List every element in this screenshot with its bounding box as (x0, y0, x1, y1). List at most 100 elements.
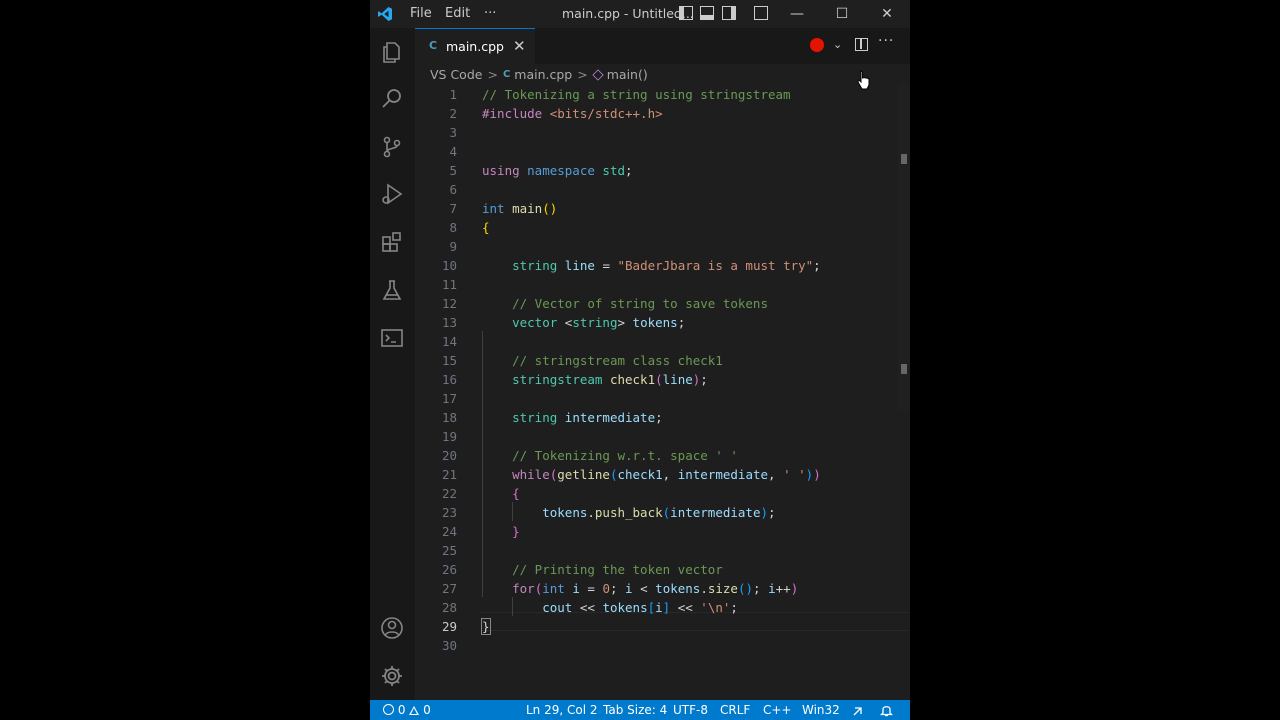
problems-indicator[interactable]: 0 0 (383, 703, 431, 717)
code-token: push_back (594, 505, 663, 520)
search-icon[interactable] (378, 85, 406, 113)
code-line[interactable]: 18 string intermediate; (415, 408, 865, 427)
line-code: // Vector of string to save tokens (482, 294, 768, 313)
vscode-logo-icon (378, 7, 392, 21)
platform-config[interactable]: Win32 (802, 703, 840, 717)
code-line[interactable]: 3 (415, 123, 865, 142)
code-token: ; (768, 505, 776, 520)
code-line[interactable]: 11 (415, 275, 865, 294)
toggle-panel-icon[interactable] (700, 6, 714, 20)
menu-edit[interactable]: Edit (445, 6, 470, 21)
accounts-icon[interactable] (378, 614, 406, 642)
code-line[interactable]: 21 while(getline(check1, intermediate, '… (415, 465, 865, 484)
code-token: i (572, 581, 588, 596)
line-number: 2 (449, 106, 457, 121)
terminal-icon[interactable] (378, 324, 406, 352)
manage-gear-icon[interactable] (378, 662, 406, 690)
line-code: string line = "BaderJbara is a must try"… (482, 256, 821, 275)
encoding-setting[interactable]: UTF-8 (673, 703, 708, 717)
editor-scrollbar[interactable] (898, 84, 910, 410)
code-line[interactable]: 15 // stringstream class check1 (415, 351, 865, 370)
notifications-bell-icon[interactable] (880, 703, 893, 717)
menu-more[interactable]: ··· (484, 6, 496, 21)
run-options-chevron-icon[interactable]: ⌄ (833, 38, 842, 51)
code-line[interactable]: 20 // Tokenizing w.r.t. space ' ' (415, 446, 865, 465)
source-control-icon[interactable] (378, 133, 406, 161)
tab-bar: C main.cpp ✕ ⌄ ··· (415, 28, 910, 90)
line-number: 7 (449, 201, 457, 216)
breadcrumb-symbol[interactable]: main() (607, 67, 648, 82)
code-line[interactable]: 23 tokens.push_back(intermediate); (415, 503, 865, 522)
breadcrumb: VS Code > Cmain.cpp > main() (430, 66, 648, 84)
eol-setting[interactable]: CRLF (720, 703, 750, 717)
code-token: ; (655, 410, 663, 425)
code-line[interactable]: 10 string line = "BaderJbara is a must t… (415, 256, 865, 275)
code-line[interactable]: 2 #include <bits/stdc++.h> (415, 104, 865, 123)
line-number: 20 (441, 448, 457, 463)
warning-count: 0 (423, 703, 431, 717)
code-line[interactable]: 9 (415, 237, 865, 256)
toggle-secondary-sidebar-icon[interactable] (722, 6, 736, 20)
code-token: cout (542, 600, 580, 615)
code-token: , (662, 467, 678, 482)
code-line[interactable]: 8{ (415, 218, 865, 237)
cursor-position[interactable]: Ln 29, Col 2 (526, 703, 598, 717)
code-line[interactable]: 4 (415, 142, 865, 161)
code-line[interactable]: 22 { (415, 484, 865, 503)
maximize-button[interactable]: ☐ (819, 0, 865, 28)
code-line[interactable]: 28 cout << tokens[i] << '\n'; (415, 598, 865, 617)
minimize-button[interactable]: — (774, 0, 820, 28)
line-number: 29 (441, 619, 457, 634)
split-editor-icon[interactable] (855, 38, 868, 51)
code-line[interactable]: 5 using namespace std; (415, 161, 865, 180)
testing-icon[interactable] (378, 276, 406, 304)
code-line[interactable]: 19 (415, 427, 865, 446)
language-mode[interactable]: C++ (763, 703, 792, 717)
code-line[interactable]: 13 vector <string> tokens; (415, 313, 865, 332)
code-line[interactable]: 6 (415, 180, 865, 199)
title-bar: File Edit ··· main.cpp - Untitled... — ☐… (370, 0, 910, 28)
run-and-debug-icon[interactable] (378, 180, 406, 208)
code-line[interactable]: 24 } (415, 522, 865, 541)
code-line[interactable]: 26 // Printing the token vector (415, 560, 865, 579)
line-number: 5 (449, 163, 457, 178)
tab-close-icon[interactable]: ✕ (513, 37, 526, 55)
code-editor[interactable]: 1 // Tokenizing a string using stringstre… (415, 84, 910, 700)
customize-layout-icon[interactable] (754, 6, 768, 20)
line-number: 9 (449, 239, 457, 254)
tab-main-cpp[interactable]: C main.cpp ✕ (415, 28, 535, 64)
breadcrumb-file[interactable]: main.cpp (514, 67, 572, 82)
indentation-setting[interactable]: Tab Size: 4 (603, 703, 667, 717)
close-window-button[interactable]: ✕ (864, 0, 910, 28)
extensions-icon[interactable] (378, 228, 406, 256)
code-line[interactable]: 29} (415, 617, 865, 636)
code-token: . (700, 581, 708, 596)
explorer-icon[interactable] (378, 38, 406, 66)
toggle-primary-sidebar-icon[interactable] (679, 6, 693, 20)
code-line[interactable]: 1 // Tokenizing a string using stringstre… (415, 85, 865, 104)
code-line[interactable]: 30 (415, 636, 865, 655)
live-share-icon[interactable] (852, 704, 865, 717)
code-line[interactable]: 17 (415, 389, 865, 408)
code-line[interactable]: 27 for(int i = 0; i < tokens.size(); i++… (415, 579, 865, 598)
line-number: 23 (441, 505, 457, 520)
breadcrumb-root[interactable]: VS Code (430, 67, 482, 82)
line-code: #include <bits/stdc++.h> (482, 104, 663, 123)
menu-file[interactable]: File (410, 6, 432, 21)
status-bar: 0 0 Ln 29, Col 2 Tab Size: 4 UTF-8 CRLF … (370, 700, 910, 720)
code-line[interactable]: 12 // Vector of string to save tokens (415, 294, 865, 313)
code-line[interactable]: 16 stringstream check1(line); (415, 370, 865, 389)
code-token: // Printing the token vector (512, 562, 723, 577)
code-line[interactable]: 7 int main() (415, 199, 865, 218)
code-line[interactable]: 25 (415, 541, 865, 560)
code-token: () (542, 201, 558, 216)
run-code-button[interactable] (810, 38, 824, 52)
code-line[interactable]: 14 (415, 332, 865, 351)
line-code: tokens.push_back(intermediate); (482, 503, 776, 522)
more-actions-icon[interactable]: ··· (878, 33, 894, 49)
activity-bar (370, 28, 415, 700)
